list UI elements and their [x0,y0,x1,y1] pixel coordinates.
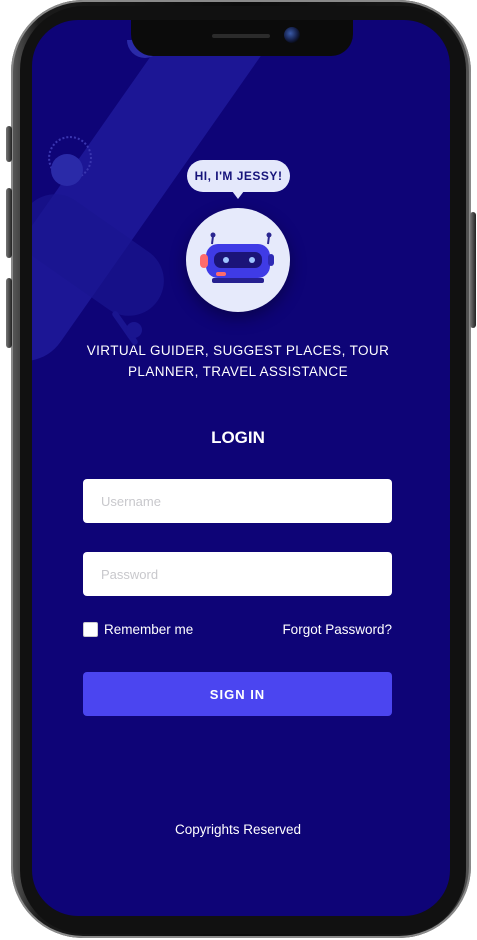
copyright-footer: Copyrights Reserved [174,822,302,837]
greeting-bubble: HI, I'M JESSY! [187,160,290,192]
decor-dot [51,154,83,186]
phone-notch [131,20,353,56]
power-button [470,212,476,328]
background-decoration [32,20,333,379]
password-input[interactable] [83,552,392,596]
remember-checkbox[interactable] [83,622,98,637]
sign-in-button[interactable]: SIGN IN [83,672,392,716]
robot-icon [200,232,274,283]
login-title: LOGIN [211,428,265,447]
username-input[interactable] [83,479,392,523]
tagline-line-1: VIRTUAL GUIDER, SUGGEST PLACES, TOUR [86,343,390,358]
remember-me[interactable]: Remember me [83,622,193,637]
speaker-grille [212,34,270,38]
decor-dot [126,322,142,338]
remember-label: Remember me [104,622,194,637]
mute-button [6,126,12,162]
forgot-password-link[interactable]: Forgot Password? [240,622,392,637]
robot-avatar [186,208,290,312]
volume-up-button [6,188,12,258]
camera-icon [284,27,300,43]
volume-down-button [6,278,12,348]
bubble-tail [232,191,244,199]
sign-in-label: SIGN IN [209,686,266,702]
app-tagline: VIRTUAL GUIDER, SUGGEST PLACES, TOUR PLA… [82,340,394,382]
phone-mockup: HI, I'M JESSY! VIRTUAL GUIDER, SUGGEST P… [0,0,477,940]
tagline-line-2: PLANNER, TRAVEL ASSISTANCE [128,364,348,379]
app-screen [32,20,450,916]
greeting-text: HI, I'M JESSY! [194,169,283,183]
